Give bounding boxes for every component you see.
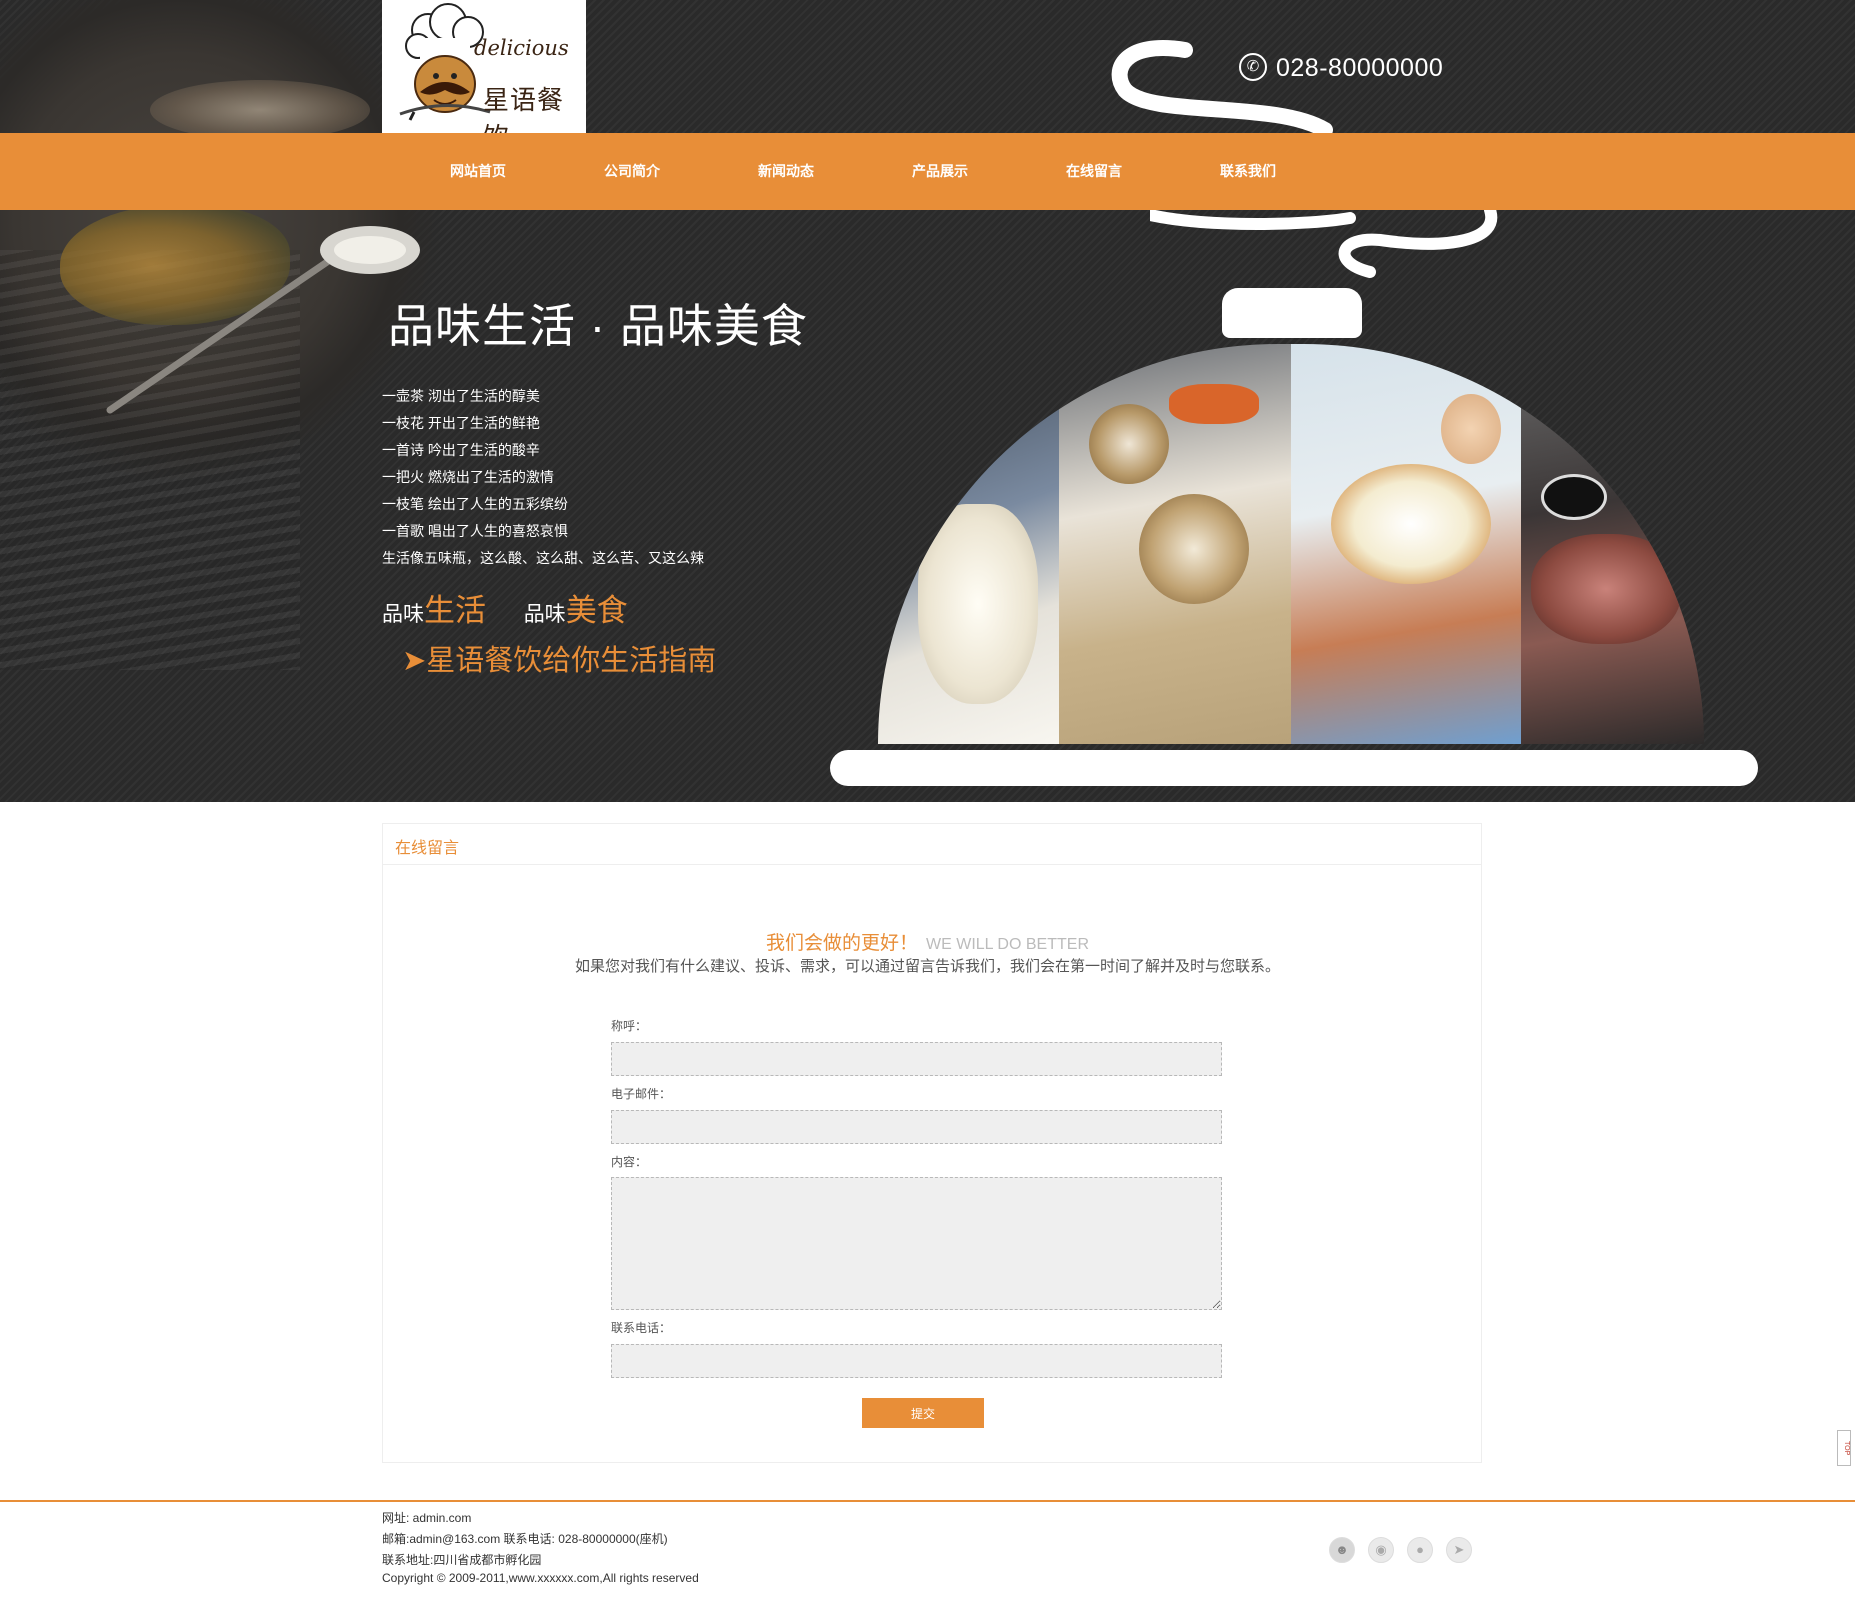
meat-photo <box>1521 344 1704 744</box>
nav-item-about[interactable]: 公司简介 <box>604 161 660 181</box>
weibo-icon[interactable]: ◉ <box>1368 1537 1394 1563</box>
taste-prefix: 品味 <box>382 603 424 626</box>
message-section-title: 在线留言 <box>395 840 460 857</box>
wechat-icon[interactable]: ● <box>1407 1537 1433 1563</box>
taste-prefix: 品味 <box>523 603 566 626</box>
message-panel-header: 在线留言 <box>383 824 1481 865</box>
poem-line: 一把火 燃烧出了生活的激情 <box>382 469 554 485</box>
share-icon[interactable]: ➤ <box>1446 1537 1472 1563</box>
footer-contact: 邮箱:admin@163.com 联系电话: 028-80000000(座机) <box>382 1532 668 1546</box>
footer-address: 联系地址:四川省成都市孵化园 <box>382 1553 542 1567</box>
better-heading: 我们会做的更好！ WE WILL DO BETTER <box>0 928 1855 955</box>
taste-slogan: 品味生活 品味美食 <box>382 585 628 630</box>
footer-info: 网址: admin.com 邮箱:admin@163.com 联系电话: 028… <box>382 1508 699 1585</box>
content-label: 内容： <box>611 1155 648 1169</box>
dome-steam-icon <box>1150 210 1498 278</box>
main-nav: 网站首页 公司简介 新闻动态 产品展示 在线留言 联系我们 <box>0 133 1855 210</box>
content-field[interactable] <box>611 1177 1222 1310</box>
email-label: 电子邮件： <box>611 1087 672 1101</box>
submit-button[interactable]: 提交 <box>862 1398 984 1428</box>
plate-food-image-2 <box>150 80 370 140</box>
hero-poem: 一壶茶 沏出了生活的醇美 一枝花 开出了生活的鲜艳 一首诗 吟出了生活的酸辛 一… <box>382 383 782 572</box>
qq-icon[interactable]: ☻ <box>1329 1537 1355 1563</box>
nav-item-contact[interactable]: 联系我们 <box>1220 161 1276 181</box>
poem-line: 一首诗 吟出了生活的酸辛 <box>382 442 540 458</box>
logo-word: delicious <box>474 36 569 60</box>
dome-tray <box>830 750 1758 786</box>
dessert-photo <box>878 344 1059 744</box>
back-to-top-button[interactable]: TOP <box>1837 1430 1851 1466</box>
poem-line: 一壶茶 沏出了生活的醇美 <box>382 388 540 404</box>
message-intro: 如果您对我们有什么建议、投诉、需求，可以通过留言告诉我们，我们会在第一时间了解并… <box>574 958 1280 975</box>
food-dome-image <box>878 344 1704 744</box>
poem-line: 一首歌 唱出了人生的喜怒哀惧 <box>382 523 568 539</box>
name-label: 称呼： <box>611 1019 648 1033</box>
phone-label: 联系电话： <box>611 1321 672 1335</box>
guide-slogan: ➤星语餐饮给你生活指南 <box>402 645 717 677</box>
nav-item-news[interactable]: 新闻动态 <box>758 161 814 181</box>
name-field[interactable] <box>611 1042 1222 1076</box>
email-field[interactable] <box>611 1110 1222 1144</box>
egg-muffin-photo <box>1291 344 1521 744</box>
nav-item-message[interactable]: 在线留言 <box>1066 161 1122 181</box>
footer-site: 网址: admin.com <box>382 1511 472 1525</box>
phone-number: 028-80000000 <box>1276 54 1444 82</box>
poem-line: 生活像五味瓶，这么酸、这么甜、这么苦、又这么辣 <box>382 550 704 566</box>
footer-copyright: Copyright © 2009-2011,www.xxxxxx.com,All… <box>382 1571 699 1585</box>
footer-divider <box>0 1500 1855 1502</box>
hero-title: 品味生活 · 品味美食 <box>388 300 808 352</box>
poem-line: 一枝笔 绘出了人生的五彩缤纷 <box>382 496 568 512</box>
better-heading-en: WE WILL DO BETTER <box>926 936 1089 953</box>
phone-field[interactable] <box>611 1344 1222 1378</box>
rolls-photo <box>1059 344 1291 744</box>
nav-item-home[interactable]: 网站首页 <box>450 161 506 181</box>
site-logo[interactable]: delicious 星语餐饮 <box>382 0 586 152</box>
phone-icon: ✆ <box>1239 53 1267 81</box>
taste-highlight: 生活 <box>424 593 486 628</box>
dome-knob <box>1222 288 1362 338</box>
nav-item-products[interactable]: 产品展示 <box>912 161 968 181</box>
spoon-image <box>106 226 420 414</box>
poem-line: 一枝花 开出了生活的鲜艳 <box>382 415 540 431</box>
taste-highlight: 美食 <box>565 593 628 628</box>
better-heading-cn: 我们会做的更好！ <box>766 933 919 954</box>
